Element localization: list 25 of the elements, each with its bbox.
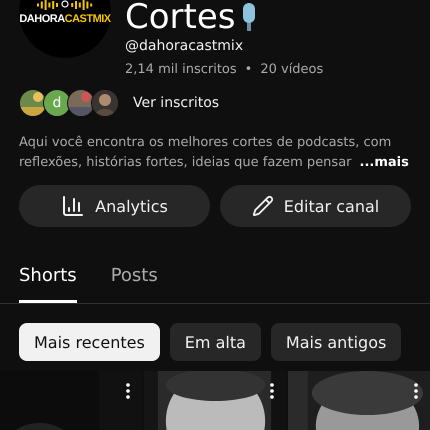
subscriber-count: 2,14 mil inscritos: [125, 62, 237, 77]
person-avatar: [91, 89, 119, 117]
waveform-icon: [37, 0, 93, 11]
microphone-icon: [241, 3, 258, 31]
tab[interactable]: Posts: [110, 257, 158, 303]
channel-handle: @dahoracastmix: [125, 38, 244, 54]
logo-text: DAHORACASTMIX: [19, 13, 111, 25]
more-link[interactable]: ...mais: [360, 155, 409, 170]
video-count: 20 vídeos: [260, 62, 324, 77]
separator-dot: •: [244, 62, 252, 77]
tab[interactable]: Shorts: [19, 257, 77, 303]
filter-chip[interactable]: Mais antigos: [270, 323, 402, 361]
analytics-icon: [61, 194, 86, 218]
channel-title: Cortes: [125, 0, 236, 34]
more-options-icon[interactable]: [414, 383, 418, 399]
view-subscribers-link[interactable]: Ver inscritos: [133, 95, 220, 111]
filter-chip[interactable]: Mais recentes: [19, 323, 160, 361]
more-options-icon[interactable]: [126, 383, 130, 399]
edit-channel-button[interactable]: Editar canal: [220, 185, 411, 227]
filter-chip[interactable]: Em alta: [170, 323, 261, 361]
letter-avatar: d: [43, 89, 71, 117]
more-options-icon[interactable]: [270, 383, 274, 399]
analytics-button[interactable]: Analytics: [19, 185, 210, 227]
pencil-icon: [252, 195, 274, 217]
channel-description: Aqui você encontra os melhores cortes de podcasts, com reflexões, histórias fortes, ideias que fazem pensar ...mais: [19, 134, 410, 172]
